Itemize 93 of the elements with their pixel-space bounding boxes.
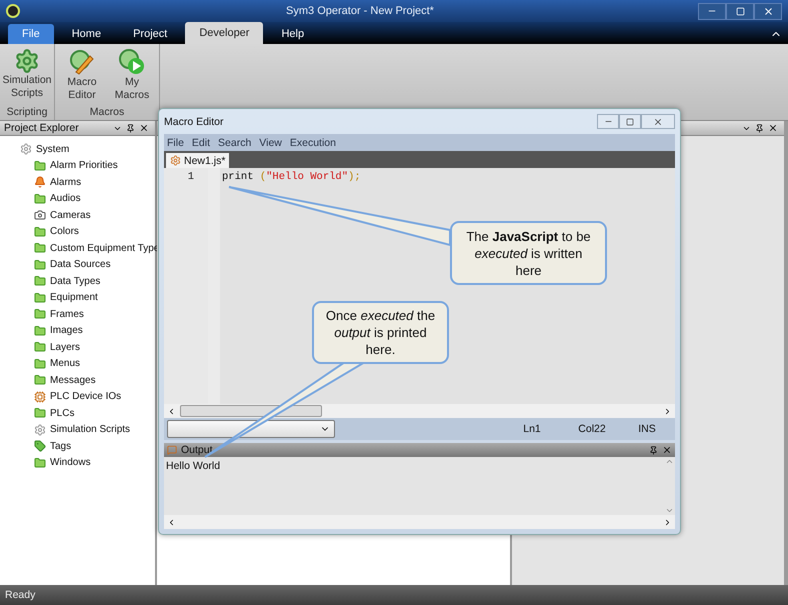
folder-icon	[34, 456, 46, 469]
folder-icon	[34, 226, 46, 238]
tree-item[interactable]: Audios	[50, 193, 81, 204]
close-icon[interactable]	[768, 123, 778, 133]
tree-item[interactable]: System	[36, 144, 70, 155]
maximize-button[interactable]	[726, 2, 754, 20]
tree-item[interactable]: Layers	[50, 342, 80, 353]
window-title: Macro Editor	[164, 116, 225, 128]
gear-icon	[20, 143, 32, 156]
gear-icon	[14, 48, 40, 74]
scroll-right-icon[interactable]	[663, 406, 672, 416]
column-indicator: Col22	[577, 423, 607, 435]
ribbon-tab[interactable]: Home	[58, 24, 116, 44]
folder-icon	[34, 258, 46, 271]
pin-icon[interactable]	[126, 124, 135, 132]
callout-text: Once executed the output is printed here.	[324, 307, 436, 358]
callout-text: The JavaScript to be executed is written here	[465, 228, 592, 278]
pin-icon[interactable]	[755, 124, 764, 132]
panel-title: Output	[181, 444, 214, 456]
status-text: Ready	[5, 589, 36, 601]
maximize-icon	[736, 6, 744, 16]
gear-icon	[170, 155, 181, 166]
ribbon-tab[interactable]: File	[8, 24, 54, 44]
scroll-up-icon[interactable]	[664, 457, 674, 466]
ribbon-button[interactable]: Simulation Scripts	[4, 46, 50, 106]
pin-icon[interactable]	[649, 446, 658, 454]
tree-item[interactable]: Cameras	[50, 210, 91, 221]
folder-icon	[34, 341, 46, 354]
ribbon-tab[interactable]: Developer	[185, 22, 264, 44]
scroll-right-icon[interactable]	[663, 518, 672, 526]
panel-title: Project Explorer	[4, 122, 80, 134]
document-tab[interactable]: New1.js*	[166, 153, 230, 168]
line-number: 1	[186, 171, 195, 185]
close-button[interactable]	[641, 114, 675, 129]
close-icon[interactable]	[139, 123, 149, 133]
maximize-icon	[626, 118, 634, 126]
tree-item[interactable]: Alarms	[50, 176, 82, 188]
tree-item[interactable]: Menus	[50, 358, 80, 370]
close-button[interactable]	[754, 2, 782, 20]
gear-icon	[34, 424, 46, 436]
tree-item[interactable]: Alarm Priorities	[50, 160, 118, 172]
group-label: Macros	[88, 106, 126, 120]
chip-icon	[34, 390, 46, 403]
line-indicator: Ln1	[522, 423, 542, 435]
group-label: Scripting	[6, 106, 48, 120]
scroll-left-icon[interactable]	[167, 518, 176, 526]
folder-icon	[34, 192, 46, 205]
tree-item[interactable]: Data Types	[50, 276, 100, 287]
menu-item[interactable]: Search	[218, 136, 252, 148]
menu-item[interactable]: Execution	[290, 136, 336, 148]
ribbon-tab[interactable]: Help	[267, 24, 318, 44]
folder-icon	[34, 324, 46, 337]
tag-icon	[34, 440, 46, 452]
tree-item[interactable]: Images	[50, 325, 83, 336]
window-title: Sym3 Operator - New Project*	[285, 5, 435, 17]
tree-item[interactable]: Frames	[50, 308, 84, 320]
folder-icon	[34, 407, 46, 420]
folder-icon	[34, 275, 46, 288]
menu-item[interactable]: View	[259, 136, 282, 148]
scrollbar-thumb[interactable]	[180, 405, 322, 417]
ribbon-tab[interactable]: Project	[119, 24, 182, 44]
folder-icon	[34, 242, 46, 254]
close-icon	[653, 116, 663, 126]
app-logo-icon	[6, 4, 22, 18]
folder-icon	[34, 160, 46, 172]
output-icon	[167, 445, 177, 455]
tree-item[interactable]: Simulation Scripts	[50, 424, 130, 436]
tree-item[interactable]: Colors	[50, 226, 79, 238]
folder-icon	[34, 358, 46, 370]
tree-item[interactable]: Equipment	[50, 292, 98, 304]
folder-icon	[34, 292, 46, 304]
menu-item[interactable]: File	[167, 136, 184, 148]
tree-item[interactable]: PLCs	[50, 408, 74, 419]
tree-item[interactable]: Messages	[50, 374, 96, 386]
menu-item[interactable]: Edit	[192, 136, 210, 148]
tree-item[interactable]: PLC Device IOs	[50, 391, 122, 402]
code-line: print ("Hello World");	[221, 171, 361, 185]
close-icon[interactable]	[662, 445, 672, 455]
tree-item[interactable]: Tags	[50, 440, 72, 452]
close-icon	[762, 6, 774, 16]
tree-item[interactable]: Data Sources	[50, 259, 111, 270]
dropdown-field[interactable]	[167, 420, 335, 438]
insert-mode-indicator: INS	[637, 423, 657, 435]
scroll-left-icon[interactable]	[167, 406, 176, 416]
bell-icon	[34, 176, 46, 188]
camera-icon	[34, 209, 46, 222]
output-text: Hello World	[165, 459, 222, 474]
folder-icon	[34, 374, 46, 386]
folder-icon	[34, 308, 46, 320]
tree-item[interactable]: Windows	[50, 457, 91, 468]
ribbon-button[interactable]: My Macros	[109, 46, 155, 106]
ribbon-button[interactable]: Macro Editor	[59, 46, 105, 106]
maximize-button[interactable]	[619, 114, 641, 129]
